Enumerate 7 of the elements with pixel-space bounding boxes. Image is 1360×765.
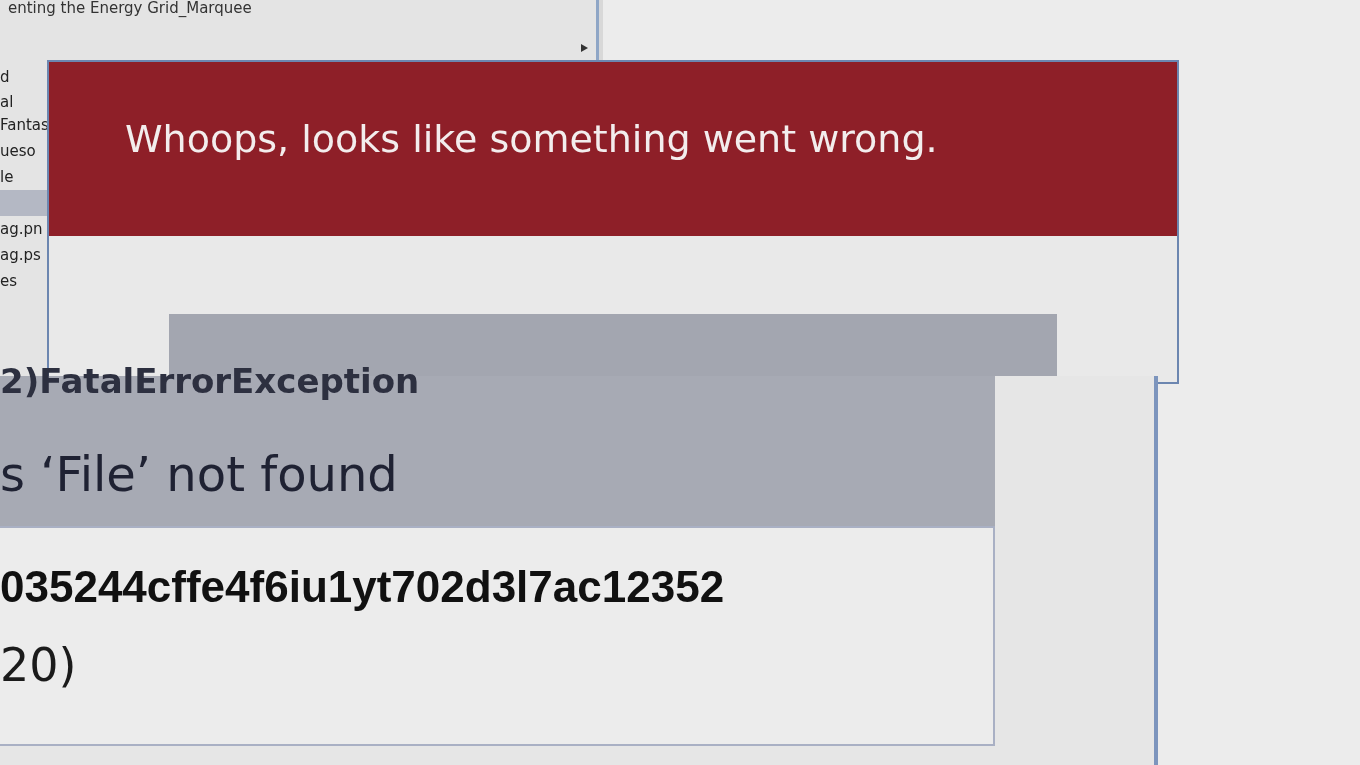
line-text: 20) — [0, 638, 78, 692]
exception-text: 2)FatalErrorException — [0, 364, 421, 398]
hash-text: 035244cffe4f6iu1yt702d3l7ac12352 — [0, 562, 726, 612]
error-title: Whoops, looks like something went wrong. — [125, 117, 938, 161]
path-text: enting the Energy Grid_Marquee — [7, 0, 253, 16]
expand-arrow-icon[interactable] — [581, 44, 588, 52]
error-message: s ‘File’ not found — [0, 446, 399, 502]
